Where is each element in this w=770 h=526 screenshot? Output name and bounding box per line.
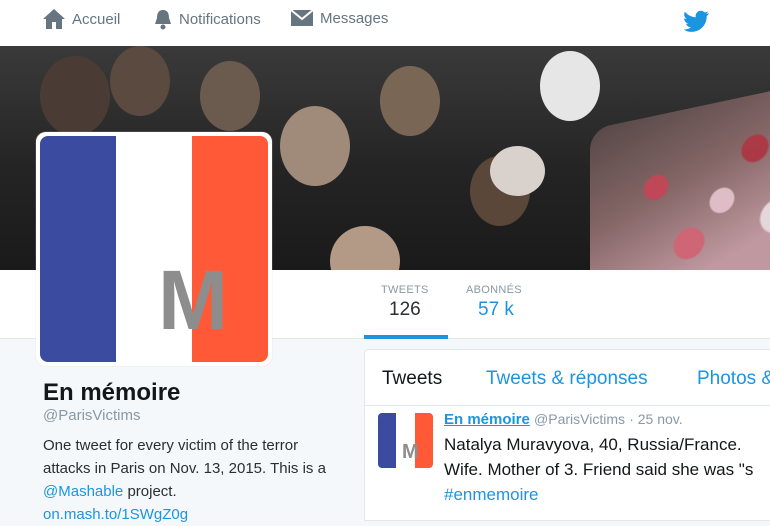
nav-home[interactable]: Accueil	[42, 8, 120, 30]
tweet-text-line1: Natalya Muravyova, 40, Russia/France.	[444, 435, 742, 454]
followers-count-label: ABONNÉS	[466, 284, 522, 296]
tweet-author-handle[interactable]: @ParisVictims	[534, 411, 625, 427]
profile-name[interactable]: En mémoire	[43, 379, 180, 407]
nav-home-label: Accueil	[72, 10, 121, 28]
tweet-header: En mémoire @ParisVictims · 25 nov.	[444, 411, 683, 428]
bio-text: One tweet for every victim of the terror…	[43, 437, 326, 477]
timeline-tabs: Tweets Tweets & réponses Photos &	[365, 350, 770, 406]
tweets-count-value: 126	[389, 299, 421, 320]
nav-messages-label: Messages	[320, 9, 389, 27]
nav-notifications[interactable]: Notifications	[153, 8, 261, 30]
tweet-item[interactable]: M En mémoire @ParisVictims · 25 nov. Nat…	[365, 406, 770, 526]
tweet-avatar[interactable]: M	[378, 413, 433, 468]
bell-icon	[155, 10, 171, 30]
tab-tweets-and-replies[interactable]: Tweets & réponses	[486, 368, 648, 390]
top-navigation-bar: Accueil Notifications Messages	[0, 0, 770, 46]
flower-memorial	[590, 82, 770, 270]
bio-text-end: project.	[127, 483, 177, 500]
profile-handle[interactable]: @ParisVictims	[43, 407, 140, 424]
bio-mention-link[interactable]: @Mashable	[43, 483, 123, 500]
tweets-count-label: TWEETS	[381, 284, 429, 296]
profile-avatar[interactable]: M	[36, 132, 272, 366]
tweet-avatar-monogram: M	[402, 441, 419, 463]
tab-tweets[interactable]: Tweets	[382, 368, 442, 390]
tweet-text-line2: Wife. Mother of 3. Friend said she was "…	[444, 460, 754, 479]
tweets-timeline: Tweets Tweets & réponses Photos & M En m…	[364, 349, 770, 521]
tweet-timestamp[interactable]: · 25 nov.	[629, 411, 682, 427]
tweet-author-name[interactable]: En mémoire	[444, 411, 530, 428]
tweet-text: Natalya Muravyova, 40, Russia/France. Wi…	[444, 432, 770, 507]
french-flag-avatar: M	[40, 136, 268, 362]
followers-count[interactable]: ABONNÉS 57 k	[466, 284, 522, 321]
nav-messages[interactable]: Messages	[290, 8, 388, 28]
avatar-monogram: M	[158, 253, 228, 347]
followers-count-value: 57 k	[478, 299, 514, 320]
nav-notifications-label: Notifications	[179, 10, 261, 28]
tweet-hashtag[interactable]: #enmemoire	[444, 482, 770, 507]
home-icon	[43, 9, 65, 29]
tweets-count[interactable]: TWEETS 126	[364, 284, 448, 339]
envelope-icon	[290, 9, 314, 26]
tab-photos[interactable]: Photos &	[697, 368, 770, 390]
profile-bio: One tweet for every victim of the terror…	[43, 434, 343, 526]
twitter-bird-icon[interactable]	[684, 10, 710, 32]
bio-url-link[interactable]: on.mash.to/1SWgZ0g	[43, 506, 188, 523]
